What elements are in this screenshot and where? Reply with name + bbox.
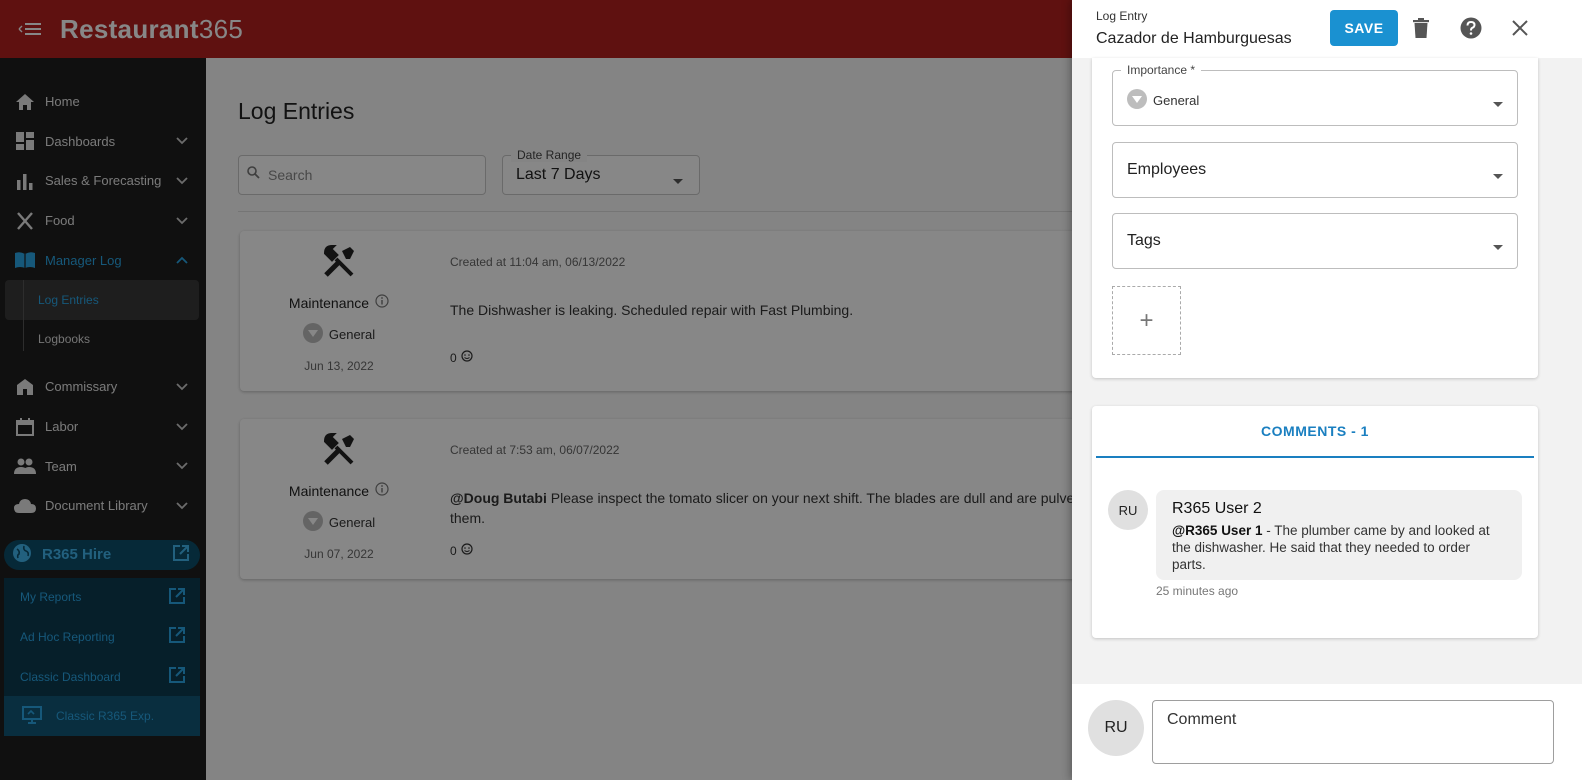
employees-placeholder: Employees — [1127, 161, 1207, 178]
avatar: RU — [1108, 490, 1148, 530]
drawer-title: Cazador de Hamburguesas — [1096, 30, 1292, 47]
importance-select[interactable]: Importance * General — [1112, 63, 1518, 126]
importance-general-icon — [1127, 89, 1147, 112]
save-button[interactable]: SAVE — [1330, 10, 1398, 46]
comments-panel: COMMENTS - 1 RU R365 User 2 @R365 User 1… — [1092, 406, 1538, 638]
importance-label: Importance * — [1121, 63, 1202, 77]
dropdown-arrow-icon — [1493, 238, 1503, 256]
comment-timestamp: 25 minutes ago — [1156, 584, 1239, 598]
close-icon[interactable] — [1507, 15, 1533, 41]
tags-select[interactable]: Tags — [1112, 213, 1518, 269]
help-icon[interactable] — [1458, 15, 1484, 41]
entry-form: Importance * General Employees Tags + — [1092, 58, 1538, 378]
log-entry-drawer: Log Entry Cazador de Hamburguesas SAVE I… — [1072, 0, 1582, 780]
mention[interactable]: @R365 User 1 — [1172, 523, 1262, 538]
avatar: RU — [1088, 700, 1144, 756]
importance-value: General — [1153, 93, 1200, 108]
comment-author: R365 User 2 — [1172, 500, 1262, 517]
drawer-header: Log Entry Cazador de Hamburguesas SAVE — [1072, 0, 1582, 58]
modal-backdrop[interactable] — [0, 0, 1072, 780]
comment-input[interactable] — [1152, 700, 1554, 764]
drawer-label: Log Entry — [1096, 9, 1148, 23]
trash-icon[interactable] — [1408, 15, 1434, 41]
comment-text: @R365 User 1 - The plumber came by and l… — [1172, 523, 1490, 572]
plus-icon: + — [1139, 306, 1154, 334]
dropdown-arrow-icon — [1493, 95, 1503, 113]
tags-placeholder: Tags — [1127, 232, 1161, 249]
tab-comments[interactable]: COMMENTS - 1 — [1096, 406, 1534, 458]
add-attachment-button[interactable]: + — [1112, 286, 1181, 355]
comment-composer: RU — [1072, 684, 1582, 780]
dropdown-arrow-icon — [1493, 167, 1503, 185]
comment-item: R365 User 2 @R365 User 1 - The plumber c… — [1156, 490, 1522, 580]
employees-select[interactable]: Employees — [1112, 142, 1518, 198]
